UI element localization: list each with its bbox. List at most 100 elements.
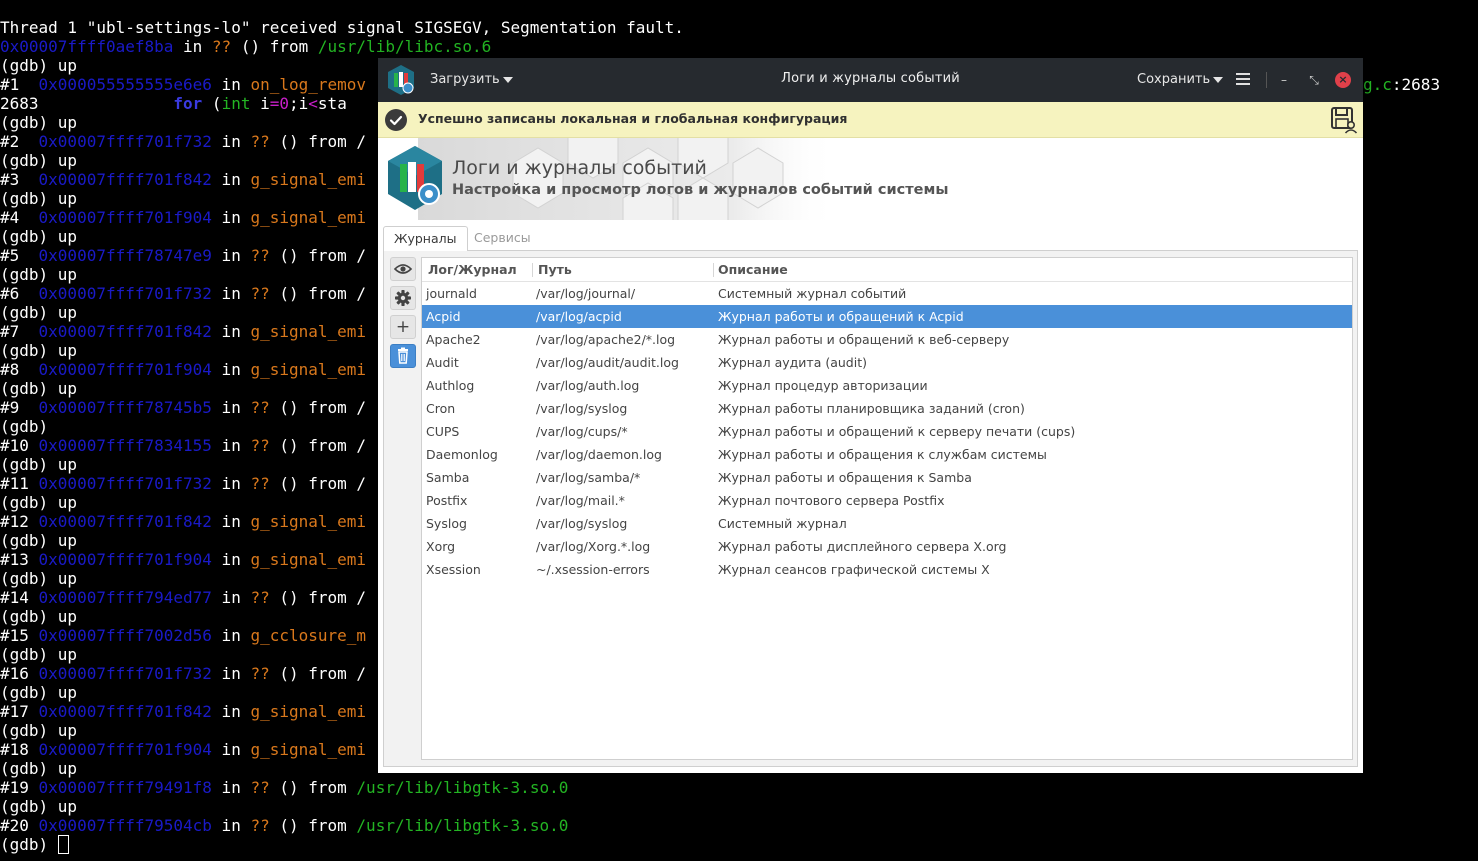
column-header-description[interactable]: Описание [718, 258, 788, 282]
trash-icon [398, 347, 408, 364]
table-row[interactable]: Xsession ~/.xsession-errors Журнал сеансов… [422, 558, 1352, 581]
notification-bar: Успешно записаны локальная и глобальная … [378, 102, 1363, 138]
journals-panel: + Лог/Журнал Путь Описание journald/var/… [383, 250, 1358, 767]
terminal-line: (gdb) up [0, 493, 78, 512]
cell-description: Журнал работы дисплейного сервера X.org [718, 539, 1007, 554]
cell-description: Журнал работы и обращения к Samba [718, 470, 972, 485]
cell-log-name: Daemonlog [426, 447, 498, 462]
terminal-line: #12 0x00007ffff701f842 in g_signal_emi [0, 512, 367, 531]
tab-bar: Журналы Сервисы [383, 226, 1358, 251]
terminal-line: (gdb) up [0, 645, 78, 664]
column-header-log[interactable]: Лог/Журнал [428, 258, 517, 282]
cell-description: Журнал работы и обращений к веб-серверу [718, 332, 1010, 347]
app-logo-icon [388, 65, 414, 95]
terminal-line: #16 0x00007ffff701f732 in ?? () from / [0, 664, 367, 683]
terminal-line: #17 0x00007ffff701f842 in g_signal_emi [0, 702, 367, 721]
load-menu[interactable]: Загрузить [430, 71, 513, 89]
save-menu-label: Сохранить [1137, 72, 1211, 87]
settings-button[interactable] [390, 286, 416, 310]
terminal-line: #5 0x00007ffff78747e9 in ?? () from / [0, 246, 367, 265]
save-user-config-icon[interactable] [1330, 106, 1358, 134]
tab-journals[interactable]: Журналы [383, 226, 468, 251]
minimize-button[interactable]: – [1275, 71, 1293, 89]
tab-services[interactable]: Сервисы [464, 226, 541, 251]
cell-path: /var/log/mail.* [536, 493, 625, 508]
load-menu-label: Загрузить [430, 72, 500, 87]
cell-log-name: Acpid [426, 309, 461, 324]
table-row[interactable]: Audit/var/log/audit/audit.log Журнал ауди… [422, 351, 1352, 374]
terminal-line: (gdb) up [0, 265, 78, 284]
cell-log-name: Postfix [426, 493, 468, 508]
cell-description: Журнал работы и обращения к службам сист… [718, 447, 1047, 462]
terminal-line: (gdb) up [0, 721, 78, 740]
view-eye-button[interactable] [390, 257, 416, 281]
table-row[interactable]: Cron/var/log/syslog Журнал работы планиро… [422, 397, 1352, 420]
chevron-down-icon [502, 76, 513, 83]
terminal-line: (gdb) up [0, 56, 78, 75]
table-row[interactable]: Acpid/var/log/acpid Журнал работы и обращ… [422, 305, 1352, 328]
cell-path: /var/log/cups/* [536, 424, 628, 439]
terminal-line: #13 0x00007ffff701f904 in g_signal_emi [0, 550, 367, 569]
terminal-source-location: g.c:2683 [1363, 75, 1441, 94]
eye-icon [393, 264, 413, 274]
terminal-line: #7 0x00007ffff701f842 in g_signal_emi [0, 322, 367, 341]
cell-description: Журнал работы планировщика заданий (cron… [718, 401, 1025, 416]
terminal-line: #2 0x00007ffff701f732 in ?? () from / [0, 132, 367, 151]
terminal-line: (gdb) [0, 417, 49, 436]
terminal-line: #10 0x00007ffff7834155 in ?? () from / [0, 436, 367, 455]
cell-path: /var/log/auth.log [536, 378, 640, 393]
app-logo-large-icon [388, 146, 442, 210]
titlebar[interactable]: Загрузить Логи и журналы событий Сохрани… [378, 58, 1363, 102]
save-menu[interactable]: Сохранить [1137, 71, 1224, 89]
cell-log-name: CUPS [426, 424, 460, 439]
close-button[interactable]: × [1335, 72, 1351, 88]
log-settings-window: Загрузить Логи и журналы событий Сохрани… [378, 58, 1363, 773]
cell-path: /var/log/Xorg.*.log [536, 539, 651, 554]
banner-title: Логи и журналы событий [452, 157, 707, 179]
terminal-line: (gdb) [0, 835, 69, 854]
cell-path: ~/.xsession-errors [536, 562, 650, 577]
table-row[interactable]: Xorg/var/log/Xorg.*.log Журнал работы дис… [422, 535, 1352, 558]
column-header-path[interactable]: Путь [538, 258, 572, 282]
cell-description: Системный журнал [718, 516, 847, 531]
table-row[interactable]: Syslog/var/log/syslog Системный журнал [422, 512, 1352, 535]
table-row[interactable]: journald/var/log/journal/Системный журна… [422, 282, 1352, 305]
table-row[interactable]: CUPS/var/log/cups/* Журнал работы и обращ… [422, 420, 1352, 443]
plus-icon: + [395, 317, 411, 337]
cell-path: /var/log/syslog [536, 516, 628, 531]
cell-log-name: Audit [426, 355, 459, 370]
terminal-line: #19 0x00007ffff79491f8 in ?? () from /us… [0, 778, 569, 797]
cell-description: Системный журнал событий [718, 286, 907, 301]
hamburger-menu-icon[interactable] [1236, 73, 1250, 86]
terminal-line: (gdb) up [0, 113, 78, 132]
add-button[interactable]: + [390, 315, 416, 339]
cell-description: Журнал работы и обращений к серверу печа… [718, 424, 1076, 439]
banner-subtitle: Настройка и просмотр логов и журналов со… [452, 182, 949, 198]
terminal-line: #6 0x00007ffff701f732 in ?? () from / [0, 284, 367, 303]
table-row[interactable]: Authlog/var/log/auth.log Журнал процедур … [422, 374, 1352, 397]
terminal-line: Thread 1 "ubl-settings-lo" received sign… [0, 18, 684, 37]
chevron-down-icon [1213, 76, 1224, 83]
restore-button[interactable]: ⤡ [1305, 71, 1323, 89]
checkmark-icon [385, 109, 407, 131]
cell-description: Журнал почтового сервера Postfix [718, 493, 945, 508]
terminal-line: #4 0x00007ffff701f904 in g_signal_emi [0, 208, 367, 227]
terminal-line: (gdb) up [0, 341, 78, 360]
table-row[interactable]: Daemonlog/var/log/daemon.log Журнал работ… [422, 443, 1352, 466]
terminal-line: #18 0x00007ffff701f904 in g_signal_emi [0, 740, 367, 759]
cell-log-name: Cron [426, 401, 456, 416]
terminal-line: #3 0x00007ffff701f842 in g_signal_emi [0, 170, 367, 189]
cell-log-name: journald [426, 286, 477, 301]
cell-description: Журнал аудита (audit) [718, 355, 867, 370]
cell-path: /var/log/apache2/*.log [536, 332, 676, 347]
terminal-line: #9 0x00007ffff78745b5 in ?? () from / [0, 398, 367, 417]
table-row[interactable]: Apache2/var/log/apache2/*.log Журнал рабо… [422, 328, 1352, 351]
table-row[interactable]: Samba/var/log/samba/* Журнал работы и обр… [422, 466, 1352, 489]
cell-path: /var/log/samba/* [536, 470, 641, 485]
table-row[interactable]: Postfix/var/log/mail.* Журнал почтового с… [422, 489, 1352, 512]
cell-log-name: Xorg [426, 539, 456, 554]
logs-table[interactable]: Лог/Журнал Путь Описание journald/var/lo… [421, 257, 1353, 760]
terminal-line: (gdb) up [0, 189, 78, 208]
cell-path: /var/log/acpid [536, 309, 622, 324]
delete-button[interactable] [390, 344, 416, 368]
